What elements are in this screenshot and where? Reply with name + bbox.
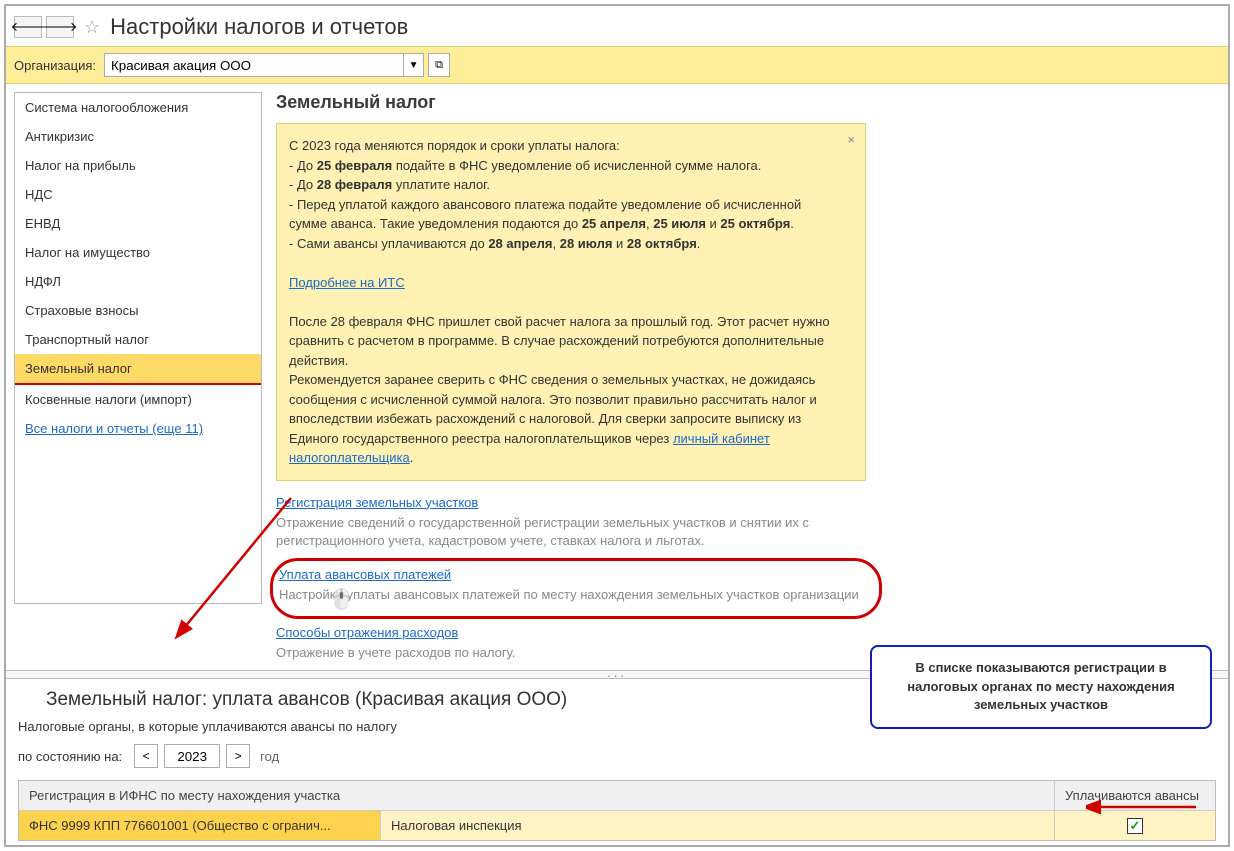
sidebar-item-transporttax[interactable]: Транспортный налог <box>15 325 261 354</box>
advance-hint: Настройка уплаты авансовых платежей по м… <box>279 586 859 604</box>
reg-link[interactable]: Регистрация земельных участков <box>276 495 478 510</box>
main-area: Система налогообложения Антикризис Налог… <box>6 84 1228 664</box>
sidebar-item-propertytax[interactable]: Налог на имущество <box>15 238 261 267</box>
year-unit: год <box>260 749 279 764</box>
expense-hint: Отражение в учете расходов по налогу. <box>276 644 856 662</box>
notice-para2: После 28 февраля ФНС пришлет свой расчет… <box>289 314 830 368</box>
advance-checkbox[interactable]: ✓ <box>1127 818 1143 834</box>
sidebar-item-anticrisis[interactable]: Антикризис <box>15 122 261 151</box>
sidebar-item-insurance[interactable]: Страховые взносы <box>15 296 261 325</box>
notice-more-link[interactable]: Подробнее на ИТС <box>289 275 405 290</box>
info-callout: В списке показываются регистрации в нало… <box>870 645 1212 730</box>
notice-intro: С 2023 года меняются порядок и сроки упл… <box>289 138 620 153</box>
reg-block: Регистрация земельных участков Отражение… <box>276 495 1212 550</box>
sidebar-item-indirecttax[interactable]: Косвенные налоги (импорт) <box>15 385 261 414</box>
content-title: Земельный налог <box>276 92 1212 113</box>
sidebar-item-ndfl[interactable]: НДФЛ <box>15 267 261 296</box>
sidebar-item-profittax[interactable]: Налог на прибыль <box>15 151 261 180</box>
organization-bar: Организация: ▼ ⧉ <box>6 46 1228 84</box>
year-next-button[interactable]: > <box>226 744 250 768</box>
sidebar-more-link: Все налоги и отчеты (еще 11) <box>15 414 261 443</box>
sidebar-item-envd[interactable]: ЕНВД <box>15 209 261 238</box>
org-select-input[interactable] <box>104 53 404 77</box>
advance-link[interactable]: Уплата авансовых платежей <box>279 567 451 582</box>
advance-highlight: Уплата авансовых платежей Настройка упла… <box>270 558 882 619</box>
sidebar-item-landtax[interactable]: Земельный налог <box>15 354 261 383</box>
notice-box: × С 2023 года меняются порядок и сроки у… <box>276 123 866 481</box>
sidebar-more-link-a[interactable]: Все налоги и отчеты (еще 11) <box>25 421 203 436</box>
top-toolbar: 🡐 🡒 ☆ Настройки налогов и отчетов <box>6 6 1228 46</box>
org-label: Организация: <box>14 58 96 73</box>
favorite-star-icon[interactable]: ☆ <box>84 17 100 38</box>
page-title: Настройки налогов и отчетов <box>110 14 408 40</box>
grid-cell-reg: ФНС 9999 КПП 776601001 (Общество с огран… <box>19 811 381 840</box>
grid-col-right: Уплачиваются авансы <box>1055 781 1215 810</box>
grid-cell-inspection: Налоговая инспекция <box>381 811 1055 840</box>
org-dropdown-button[interactable]: ▼ <box>404 53 424 77</box>
year-input[interactable] <box>164 744 220 768</box>
grid-header: Регистрация в ИФНС по месту нахождения у… <box>19 781 1215 810</box>
content-pane: Земельный налог × С 2023 года меняются п… <box>276 92 1220 664</box>
sidebar: Система налогообложения Антикризис Налог… <box>14 92 262 604</box>
reg-hint: Отражение сведений о государственной рег… <box>276 514 856 550</box>
year-row: по состоянию на: < > год <box>18 744 1216 768</box>
notice-close-icon[interactable]: × <box>847 130 855 150</box>
grid-col-left: Регистрация в ИФНС по месту нахождения у… <box>19 781 1055 810</box>
org-open-button[interactable]: ⧉ <box>428 53 450 77</box>
forward-button[interactable]: 🡒 <box>46 16 74 38</box>
back-button[interactable]: 🡐 <box>14 16 42 38</box>
year-prev-button[interactable]: < <box>134 744 158 768</box>
expense-link[interactable]: Способы отражения расходов <box>276 625 458 640</box>
grid: Регистрация в ИФНС по месту нахождения у… <box>18 780 1216 841</box>
sidebar-item-taxsystem[interactable]: Система налогообложения <box>15 93 261 122</box>
sidebar-item-nds[interactable]: НДС <box>15 180 261 209</box>
year-label: по состоянию на: <box>18 749 122 764</box>
